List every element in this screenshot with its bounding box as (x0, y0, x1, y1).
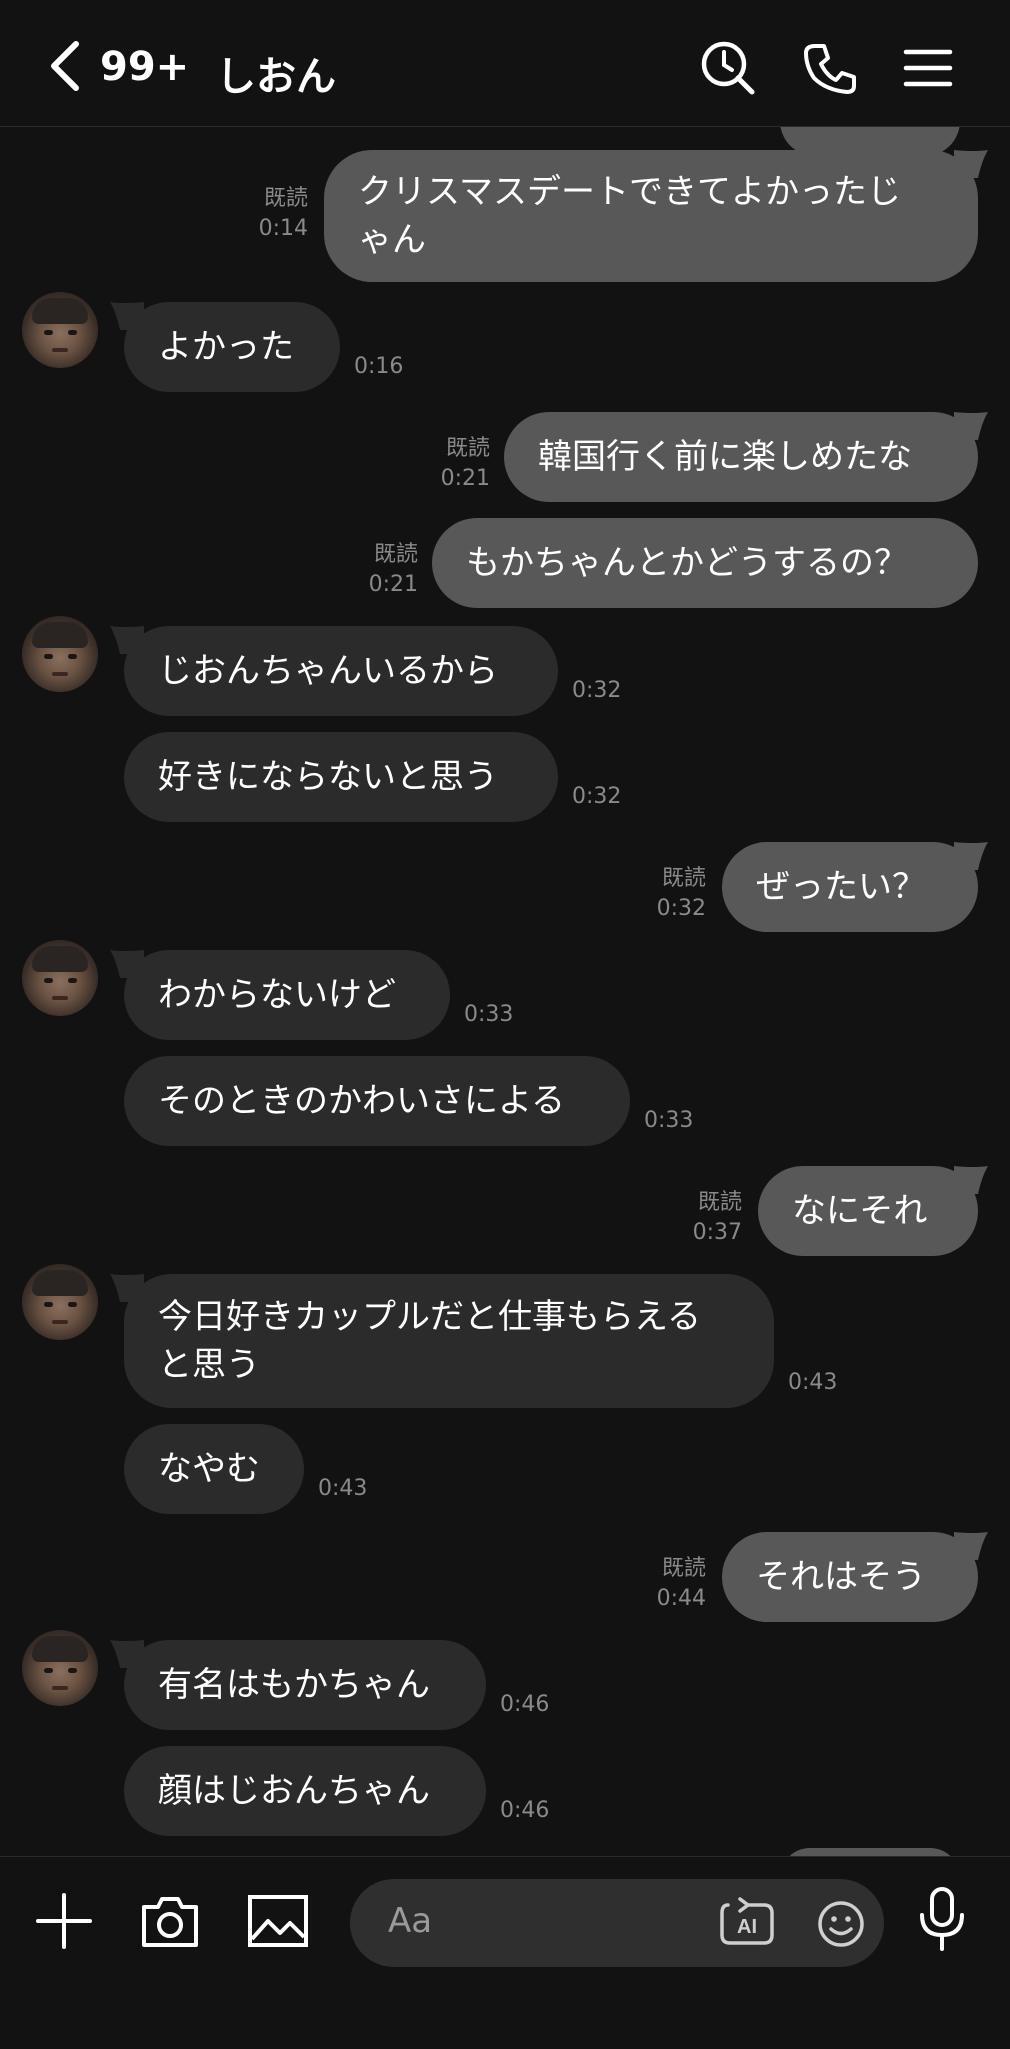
incoming-message-bubble[interactable]: じおんちゃんいるから (124, 626, 558, 716)
message-time: 0:16 (354, 354, 404, 379)
image-icon[interactable] (246, 1893, 310, 1949)
chat-header: 99+ しおん (0, 0, 1010, 127)
message-time: 0:33 (464, 1002, 514, 1027)
message-time: 0:32 (656, 896, 706, 921)
read-status: 既読 (445, 436, 490, 461)
incoming-message-bubble[interactable]: わからないけど (124, 950, 450, 1040)
incoming-message-bubble[interactable]: よかった (124, 302, 340, 392)
chevron-left-icon[interactable] (44, 38, 88, 94)
message-time: 0:43 (318, 1476, 368, 1501)
message-time: 0:37 (692, 1220, 742, 1245)
incoming-message-bubble[interactable]: そのときのかわいさによる (124, 1056, 630, 1146)
outgoing-message-bubble[interactable]: クリスマスデートできてよかったじ ゃん (324, 150, 978, 282)
message-time: 0:33 (644, 1108, 694, 1133)
outgoing-message-bubble[interactable]: 韓国行く前に楽しめたな (504, 412, 978, 502)
message-row: そのときのかわいさによる 0:33 (0, 1056, 1010, 1146)
message-list[interactable]: 既読 0:14 クリスマスデートできてよかったじ ゃん よかった 0:16 既読… (0, 126, 1010, 1856)
bubble-tail (954, 1166, 988, 1194)
message-meta: 既読 0:14 (236, 184, 308, 244)
bubble-tail (954, 412, 988, 440)
chat-title[interactable]: しおん (216, 44, 336, 102)
incoming-message-bubble[interactable]: 好きにならないと思う (124, 732, 558, 822)
message-row: よかった 0:16 (0, 302, 1010, 392)
incoming-message-bubble[interactable]: 有名はもかちゃん (124, 1640, 486, 1730)
unread-count[interactable]: 99+ (100, 44, 189, 90)
message-time: 0:21 (368, 572, 418, 597)
message-row: じおんちゃんいるから 0:32 (0, 626, 1010, 716)
message-row: 既読 0:21 もかちゃんとかどうするの？ (0, 518, 1010, 608)
message-time: 0:43 (788, 1370, 838, 1395)
message-time: 0:14 (258, 216, 308, 241)
read-status: 既読 (373, 542, 418, 567)
plus-icon[interactable] (34, 1891, 94, 1951)
incoming-message-bubble[interactable]: 今日好きカップルだと仕事もらえる と思う (124, 1274, 774, 1408)
partial-outgoing-bubble (780, 1848, 960, 1856)
message-row: 既読 0:14 クリスマスデートできてよかったじ ゃん (0, 150, 1010, 282)
message-row: 顔はじおんちゃん 0:46 (0, 1746, 1010, 1836)
read-status: 既読 (661, 866, 706, 891)
message-time: 0:21 (440, 466, 490, 491)
outgoing-message-bubble[interactable]: ぜったい？ (722, 842, 978, 932)
bubble-tail (954, 150, 988, 178)
message-row: わからないけど 0:33 (0, 950, 1010, 1040)
message-row: 今日好きカップルだと仕事もらえる と思う 0:43 (0, 1274, 1010, 1408)
message-time: 0:32 (572, 784, 622, 809)
bubble-tail (954, 1532, 988, 1560)
read-status: 既読 (661, 1556, 706, 1581)
message-row: 既読 0:21 韓国行く前に楽しめたな (0, 412, 1010, 502)
ai-label: AI (737, 1916, 757, 1938)
camera-icon[interactable] (138, 1891, 202, 1951)
outgoing-message-bubble[interactable]: それはそう (722, 1532, 978, 1622)
read-status: 既読 (697, 1190, 742, 1215)
incoming-message-bubble[interactable]: 顔はじおんちゃん (124, 1746, 486, 1836)
read-status: 既読 (263, 186, 308, 211)
message-time: 0:46 (500, 1692, 550, 1717)
composer-bar: Aa AI (0, 1856, 1010, 2049)
message-meta: 既読 0:32 (632, 864, 706, 924)
message-meta: 既読 0:44 (632, 1554, 706, 1614)
bubble-tail (954, 842, 988, 870)
message-input-placeholder: Aa (388, 1901, 433, 1941)
message-row: 好きにならないと思う 0:32 (0, 732, 1010, 822)
message-time: 0:46 (500, 1798, 550, 1823)
message-input[interactable]: Aa AI (350, 1879, 884, 1967)
outgoing-message-bubble[interactable]: なにそれ (758, 1166, 978, 1256)
incoming-message-bubble[interactable]: なやむ (124, 1424, 304, 1514)
message-row: 既読 0:44 それはそう (0, 1532, 1010, 1622)
search-clock-icon[interactable] (698, 38, 758, 98)
message-time: 0:44 (656, 1586, 706, 1611)
message-row: 既読 0:37 なにそれ (0, 1166, 1010, 1256)
phone-icon[interactable] (800, 38, 860, 98)
message-meta: 既読 0:37 (668, 1188, 742, 1248)
ai-icon[interactable]: AI (718, 1897, 776, 1949)
message-meta: 既読 0:21 (416, 434, 490, 494)
emoji-icon[interactable] (816, 1899, 866, 1949)
message-row: 既読 0:32 ぜったい？ (0, 842, 1010, 932)
message-row: なやむ 0:43 (0, 1424, 1010, 1514)
outgoing-message-bubble[interactable]: もかちゃんとかどうするの？ (432, 518, 978, 608)
hamburger-menu-icon[interactable] (898, 38, 958, 98)
message-meta: 既読 0:21 (344, 540, 418, 600)
message-time: 0:32 (572, 678, 622, 703)
microphone-icon[interactable] (914, 1885, 970, 1953)
message-row: 有名はもかちゃん 0:46 (0, 1640, 1010, 1730)
